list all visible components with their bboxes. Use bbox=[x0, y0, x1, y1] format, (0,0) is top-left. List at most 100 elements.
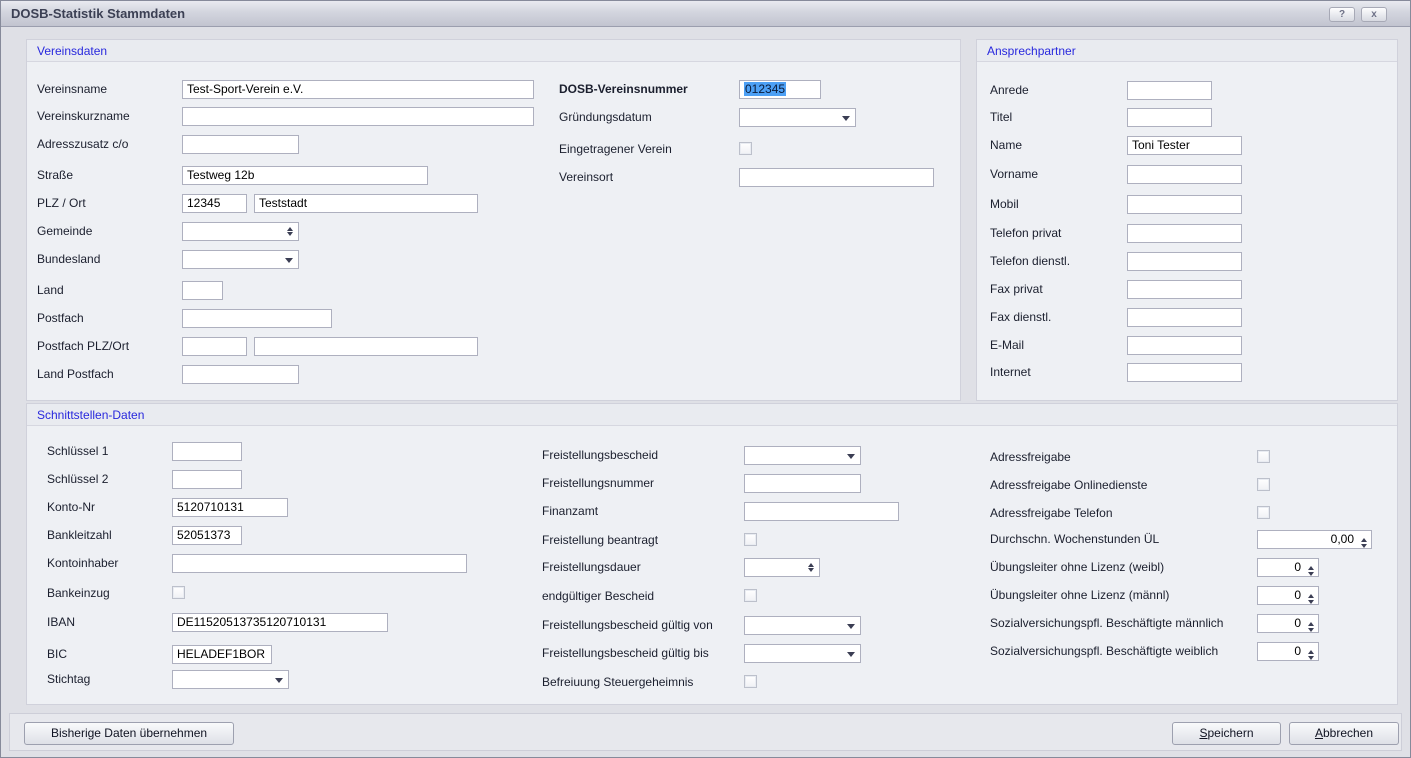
kontoinhaber-label: Kontoinhaber bbox=[47, 556, 118, 570]
cancel-label-accel: A bbox=[1315, 726, 1323, 740]
close-icon: x bbox=[1371, 9, 1377, 20]
freistellung-beantragt-label: Freistellung beantragt bbox=[542, 533, 658, 547]
titel-input[interactable] bbox=[1127, 108, 1212, 127]
vereinsort-label: Vereinsort bbox=[559, 170, 613, 184]
chevron-down-icon bbox=[847, 454, 855, 459]
land-label: Land bbox=[37, 283, 64, 297]
spinner-down-icon[interactable] bbox=[1308, 600, 1314, 604]
freistellungsdauer-spinner[interactable] bbox=[744, 558, 820, 577]
panel-vereinsdaten-title: Vereinsdaten bbox=[37, 44, 107, 58]
spinner-down-icon[interactable] bbox=[1361, 544, 1367, 548]
ort-input[interactable]: Teststadt bbox=[254, 194, 478, 213]
take-over-data-button[interactable]: Bisherige Daten übernehmen bbox=[24, 722, 234, 745]
spinner-down-icon[interactable] bbox=[808, 568, 814, 572]
fax-privat-input[interactable] bbox=[1127, 280, 1242, 299]
spinner-up-icon[interactable] bbox=[1308, 566, 1314, 570]
vereinsname-input[interactable]: Test-Sport-Verein e.V. bbox=[182, 80, 534, 99]
bundesland-dropdown[interactable] bbox=[182, 250, 299, 269]
spinner-down-icon[interactable] bbox=[1308, 628, 1314, 632]
gruendungsdatum-dropdown[interactable] bbox=[739, 108, 856, 127]
cancel-button[interactable]: Abbrechen bbox=[1289, 722, 1399, 745]
panel-vereinsdaten: Vereinsdaten Vereinsname Test-Sport-Vere… bbox=[26, 39, 961, 401]
window-title: DOSB-Statistik Stammdaten bbox=[11, 6, 185, 21]
vereinskurzname-input[interactable] bbox=[182, 107, 534, 126]
save-button[interactable]: Speichern bbox=[1172, 722, 1281, 745]
dialog-window: DOSB-Statistik Stammdaten ? x Vereinsdat… bbox=[0, 0, 1411, 758]
konto-nr-label: Konto-Nr bbox=[47, 500, 95, 514]
schluessel1-input[interactable] bbox=[172, 442, 242, 461]
endgueltiger-bescheid-checkbox[interactable] bbox=[744, 589, 757, 602]
spinner-down-icon[interactable] bbox=[287, 232, 293, 236]
wochenstunden-uel-spinner[interactable]: 0,00 bbox=[1257, 530, 1372, 549]
spinner-down-icon[interactable] bbox=[1308, 656, 1314, 660]
freistellungsbescheid-dropdown[interactable] bbox=[744, 446, 861, 465]
stichtag-dropdown[interactable] bbox=[172, 670, 289, 689]
spinner-up-icon[interactable] bbox=[808, 563, 814, 567]
spinner-up-icon[interactable] bbox=[1308, 622, 1314, 626]
freistellungsnummer-input[interactable] bbox=[744, 474, 861, 493]
panel-ansprechpartner-title: Ansprechpartner bbox=[987, 44, 1076, 58]
strasse-input[interactable]: Testweg 12b bbox=[182, 166, 428, 185]
vorname-input[interactable] bbox=[1127, 165, 1242, 184]
telefon-privat-label: Telefon privat bbox=[990, 226, 1061, 240]
freistellung-beantragt-checkbox[interactable] bbox=[744, 533, 757, 546]
adressfreigabe-online-checkbox[interactable] bbox=[1257, 478, 1270, 491]
help-button[interactable]: ? bbox=[1329, 7, 1355, 22]
konto-nr-input[interactable]: 5120710131 bbox=[172, 498, 288, 517]
dosb-vereinsnummer-input[interactable]: 012345 bbox=[739, 80, 821, 99]
close-button[interactable]: x bbox=[1361, 7, 1387, 22]
vereinsort-input[interactable] bbox=[739, 168, 934, 187]
bankeinzug-checkbox[interactable] bbox=[172, 586, 185, 599]
bic-input[interactable]: HELADEF1BOR bbox=[172, 645, 272, 664]
gemeinde-label: Gemeinde bbox=[37, 224, 92, 238]
email-input[interactable] bbox=[1127, 336, 1242, 355]
gueltig-bis-dropdown[interactable] bbox=[744, 644, 861, 663]
endgueltiger-bescheid-label: endgültiger Bescheid bbox=[542, 589, 654, 603]
land-postfach-input[interactable] bbox=[182, 365, 299, 384]
land-postfach-label: Land Postfach bbox=[37, 367, 114, 381]
take-over-data-label: Bisherige Daten übernehmen bbox=[51, 726, 207, 740]
panel-ansprechpartner: Ansprechpartner Anrede Titel Name Toni T… bbox=[976, 39, 1398, 401]
spinner-up-icon[interactable] bbox=[1308, 650, 1314, 654]
panel-schnittstellen-title: Schnittstellen-Daten bbox=[37, 408, 144, 422]
mobil-input[interactable] bbox=[1127, 195, 1242, 214]
adressfreigabe-checkbox[interactable] bbox=[1257, 450, 1270, 463]
spinner-up-icon[interactable] bbox=[287, 227, 293, 231]
schluessel1-label: Schlüssel 1 bbox=[47, 444, 108, 458]
telefon-dienstl-label: Telefon dienstl. bbox=[990, 254, 1070, 268]
vereinsname-label: Vereinsname bbox=[37, 82, 107, 96]
schluessel2-input[interactable] bbox=[172, 470, 242, 489]
adresszusatz-input[interactable] bbox=[182, 135, 299, 154]
plz-input[interactable]: 12345 bbox=[182, 194, 247, 213]
fax-privat-label: Fax privat bbox=[990, 282, 1043, 296]
internet-input[interactable] bbox=[1127, 363, 1242, 382]
telefon-privat-input[interactable] bbox=[1127, 224, 1242, 243]
befreiung-steuergeheimnis-checkbox[interactable] bbox=[744, 675, 757, 688]
spinner-up-icon[interactable] bbox=[1308, 594, 1314, 598]
fax-dienstl-input[interactable] bbox=[1127, 308, 1242, 327]
telefon-dienstl-input[interactable] bbox=[1127, 252, 1242, 271]
name-input[interactable]: Toni Tester bbox=[1127, 136, 1242, 155]
land-input[interactable] bbox=[182, 281, 223, 300]
iban-input[interactable]: DE11520513735120710131 bbox=[172, 613, 388, 632]
anrede-input[interactable] bbox=[1127, 81, 1212, 100]
finanzamt-input[interactable] bbox=[744, 502, 899, 521]
adressfreigabe-telefon-checkbox[interactable] bbox=[1257, 506, 1270, 519]
adressfreigabe-telefon-label: Adressfreigabe Telefon bbox=[990, 506, 1113, 520]
spinner-up-icon[interactable] bbox=[1361, 538, 1367, 542]
eingetragener-verein-checkbox[interactable] bbox=[739, 142, 752, 155]
spinner-down-icon[interactable] bbox=[1308, 572, 1314, 576]
bankleitzahl-input[interactable]: 52051373 bbox=[172, 526, 242, 545]
cancel-label: bbrechen bbox=[1323, 726, 1373, 740]
freistellungsdauer-label: Freistellungsdauer bbox=[542, 560, 641, 574]
bundesland-label: Bundesland bbox=[37, 252, 100, 266]
freistellungsnummer-label: Freistellungsnummer bbox=[542, 476, 654, 490]
postfach-input[interactable] bbox=[182, 309, 332, 328]
chevron-down-icon bbox=[847, 624, 855, 629]
postfach-ort-input[interactable] bbox=[254, 337, 478, 356]
gueltig-von-dropdown[interactable] bbox=[744, 616, 861, 635]
gemeinde-spinner[interactable] bbox=[182, 222, 299, 241]
postfach-plz-input[interactable] bbox=[182, 337, 247, 356]
chevron-down-icon bbox=[842, 116, 850, 121]
kontoinhaber-input[interactable] bbox=[172, 554, 467, 573]
